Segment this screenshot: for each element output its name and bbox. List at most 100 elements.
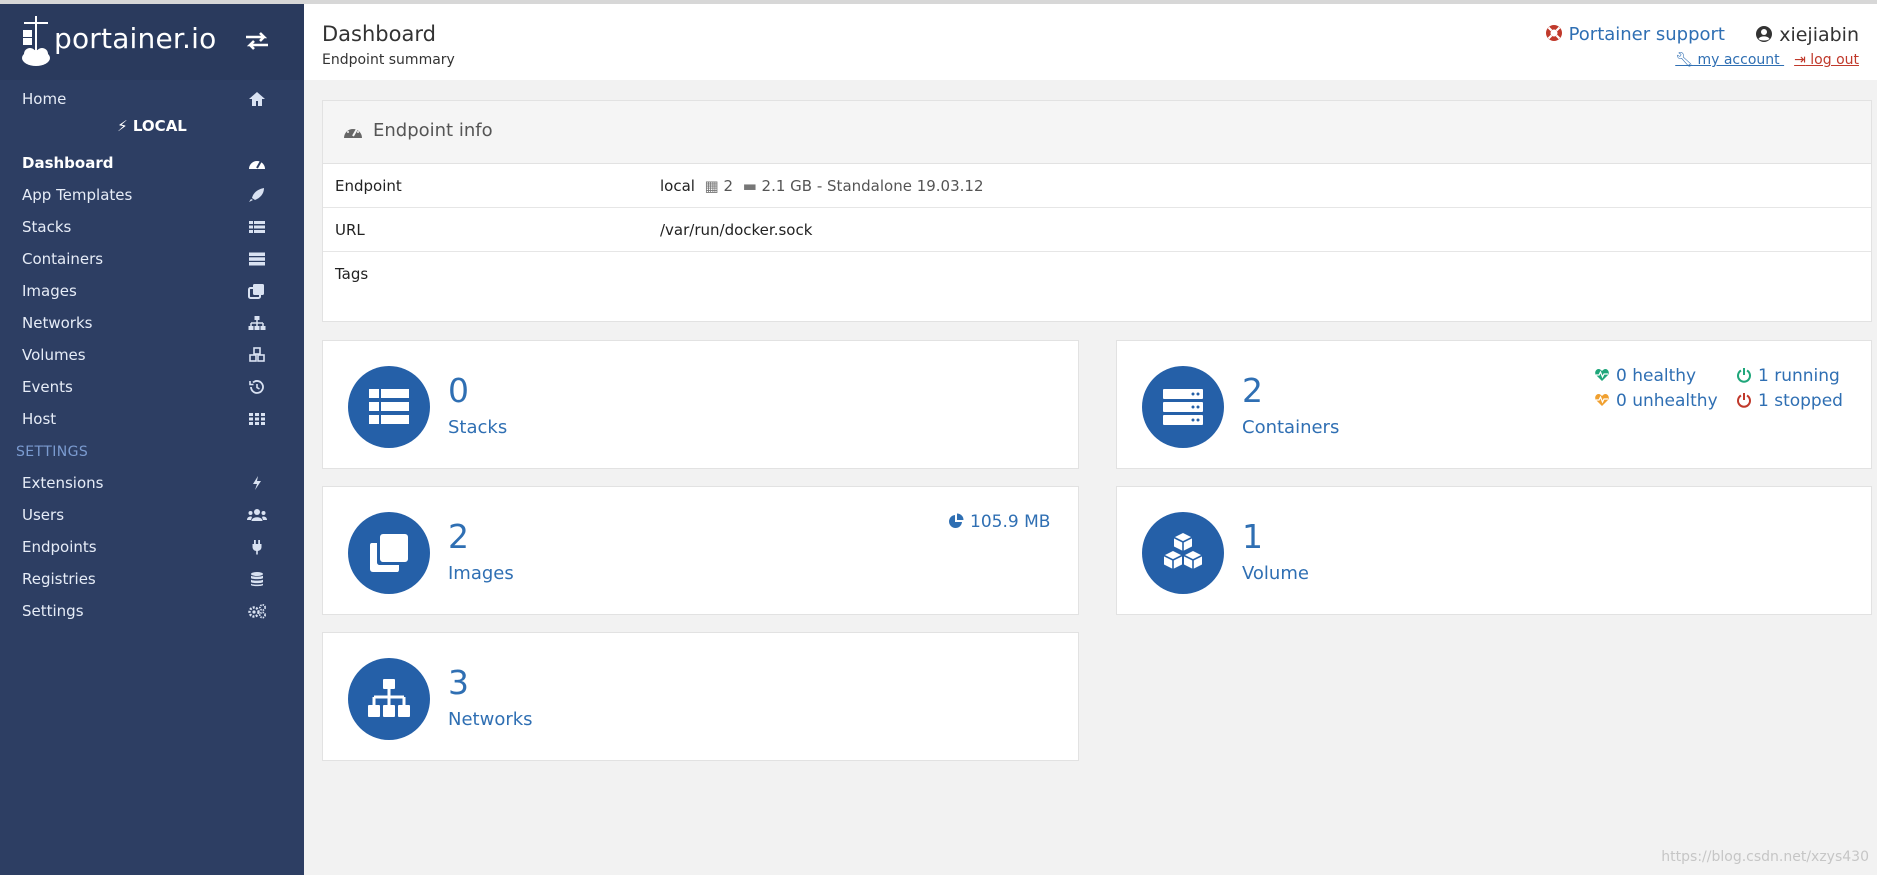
sidebar-item-settings[interactable]: Settings xyxy=(0,595,304,627)
page-subtitle: Endpoint summary xyxy=(322,52,455,68)
stacks-count: 0 xyxy=(448,371,469,410)
sidebar-item-label: Stacks xyxy=(22,218,72,236)
images-widget-icon-circle xyxy=(348,512,430,594)
home-icon xyxy=(249,92,265,106)
sidebar: portainer.io Home ⚡︎ LOCAL Dashboard App… xyxy=(0,4,304,875)
support-label: Portainer support xyxy=(1568,24,1725,45)
running-status: 1 running xyxy=(1736,366,1840,386)
server-icon xyxy=(1163,389,1203,425)
sidebar-item-registries[interactable]: Registries xyxy=(0,563,304,595)
images-label: Images xyxy=(448,563,514,584)
plug-icon xyxy=(252,540,262,555)
docker-mode: - Standalone 19.03.12 xyxy=(816,177,984,195)
page-header: Dashboard Endpoint summary Portainer sup… xyxy=(304,4,1877,80)
page-title: Dashboard xyxy=(322,22,436,46)
sidebar-item-label: Users xyxy=(22,506,65,524)
rocket-icon xyxy=(249,188,264,202)
sidebar-item-label: Registries xyxy=(22,570,96,588)
user-menu: xiejiabin xyxy=(1755,24,1859,46)
endpoint-info-panel: Endpoint info Endpoint local ▦ 2 ▬ 2.1 G… xyxy=(322,100,1872,322)
power-icon xyxy=(1737,368,1751,383)
sitemap-icon xyxy=(368,679,410,717)
microchip-icon: ▦ xyxy=(699,177,719,195)
list-icon xyxy=(249,221,265,233)
images-size-value: 105.9 MB xyxy=(970,512,1051,532)
cubes-icon xyxy=(1163,533,1203,569)
clone-icon xyxy=(248,284,264,299)
memory-icon: ▬ xyxy=(737,177,757,195)
sidebar-item-app-templates[interactable]: App Templates xyxy=(0,179,304,211)
networks-widget-icon-circle xyxy=(348,658,430,740)
sitemap-icon xyxy=(248,316,266,330)
containers-widget[interactable]: 2 Containers 0 healthy 1 running 0 unhea… xyxy=(1116,340,1872,469)
life-ring-icon xyxy=(1545,25,1562,41)
sidebar-item-volumes[interactable]: Volumes xyxy=(0,339,304,371)
stopped-count: 1 stopped xyxy=(1758,391,1843,411)
stacks-label: Stacks xyxy=(448,417,508,438)
images-widget[interactable]: 2 Images 105.9 MB xyxy=(322,486,1079,615)
brand[interactable]: portainer.io xyxy=(0,4,304,80)
sidebar-item-label: Images xyxy=(22,282,77,300)
sidebar-item-containers[interactable]: Containers xyxy=(0,243,304,275)
wrench-icon: 🔧︎ xyxy=(1675,52,1694,68)
url-row: URL /var/run/docker.sock xyxy=(323,208,1871,252)
sidebar-item-extensions[interactable]: Extensions xyxy=(0,467,304,499)
tags-row: Tags xyxy=(323,252,1871,295)
endpoint-row: Endpoint local ▦ 2 ▬ 2.1 GB - Standalone… xyxy=(323,164,1871,208)
networks-widget[interactable]: 3 Networks xyxy=(322,632,1079,761)
cogs-icon xyxy=(248,604,266,619)
cpu-count: 2 xyxy=(723,177,734,195)
sidebar-item-users[interactable]: Users xyxy=(0,499,304,531)
endpoint-name: LOCAL xyxy=(132,117,187,135)
swap-arrows-icon[interactable] xyxy=(244,30,270,52)
networks-count: 3 xyxy=(448,663,469,702)
sidebar-item-events[interactable]: Events xyxy=(0,371,304,403)
stopped-status: 1 stopped xyxy=(1736,391,1843,411)
sidebar-item-images[interactable]: Images xyxy=(0,275,304,307)
portainer-support-link[interactable]: Portainer support xyxy=(1545,24,1725,45)
volumes-widget-icon-circle xyxy=(1142,512,1224,594)
pie-chart-icon xyxy=(949,513,964,528)
sidebar-item-label: Host xyxy=(22,410,57,428)
panel-title: Endpoint info xyxy=(373,120,493,141)
sidebar-item-label: Endpoints xyxy=(22,538,97,556)
log-out-label: log out xyxy=(1805,52,1859,68)
sidebar-item-endpoints[interactable]: Endpoints xyxy=(0,531,304,563)
sidebar-item-host[interactable]: Host xyxy=(0,403,304,435)
grid-icon xyxy=(249,413,265,425)
cubes-icon xyxy=(249,347,265,362)
my-account-label: my account xyxy=(1693,52,1785,68)
images-size: 105.9 MB xyxy=(948,512,1050,532)
images-count: 2 xyxy=(448,517,469,556)
sidebar-item-stacks[interactable]: Stacks xyxy=(0,211,304,243)
heartbeat-icon xyxy=(1595,369,1609,381)
row-key: Tags xyxy=(335,265,369,283)
sidebar-item-label: Networks xyxy=(22,314,93,332)
tachometer-icon xyxy=(344,126,362,138)
power-icon xyxy=(1737,393,1751,408)
log-out-link[interactable]: ⇥ log out xyxy=(1794,52,1859,68)
sidebar-item-label: Settings xyxy=(22,602,84,620)
sidebar-item-label: Home xyxy=(22,90,67,108)
sidebar-item-dashboard[interactable]: Dashboard xyxy=(0,147,304,179)
server-icon xyxy=(249,252,265,266)
sidebar-item-networks[interactable]: Networks xyxy=(0,307,304,339)
unhealthy-status: 0 unhealthy xyxy=(1594,391,1718,411)
running-count: 1 running xyxy=(1758,366,1840,386)
sidebar-item-label: Volumes xyxy=(22,346,86,364)
heartbeat-icon xyxy=(1595,394,1609,406)
watermark: https://blog.csdn.net/xzys430 xyxy=(1661,849,1869,865)
settings-heading: SETTINGS xyxy=(16,444,89,460)
healthy-count: 0 healthy xyxy=(1616,366,1697,386)
containers-widget-icon-circle xyxy=(1142,366,1224,448)
endpoint-local-heading: ⚡︎ LOCAL xyxy=(0,117,304,145)
stacks-widget-icon-circle xyxy=(348,366,430,448)
containers-count: 2 xyxy=(1242,371,1263,410)
containers-label: Containers xyxy=(1242,417,1340,438)
stacks-widget[interactable]: 0 Stacks xyxy=(322,340,1079,469)
my-account-link[interactable]: 🔧︎ my account xyxy=(1675,52,1784,68)
volumes-widget[interactable]: 1 Volume xyxy=(1116,486,1872,615)
sidebar-item-label: Dashboard xyxy=(22,154,114,172)
healthy-status: 0 healthy xyxy=(1594,366,1696,386)
sidebar-item-home[interactable]: Home xyxy=(0,83,304,115)
